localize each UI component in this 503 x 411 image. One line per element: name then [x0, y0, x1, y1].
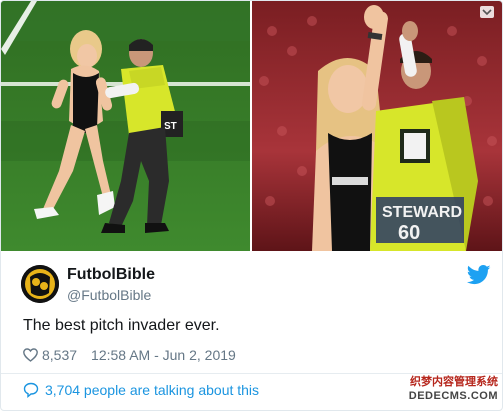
photo-steward-escort[interactable]: STEWARD 60 [252, 1, 502, 251]
photo-pitch-invader-running[interactable]: ST [1, 1, 250, 251]
divider [1, 373, 502, 374]
tweet-card[interactable]: ST STEWARD 60 FutbolBible @FutbolBible T… [0, 0, 503, 411]
vest-number-right: 60 [398, 222, 420, 244]
tweet-text: The best pitch invader ever. [23, 317, 220, 334]
tweet-timestamp[interactable]: 12:58 AM - Jun 2, 2019 [91, 347, 236, 363]
avatar[interactable] [21, 265, 59, 303]
conversation-count-text[interactable]: 3,704 people are talking about this [45, 382, 259, 398]
watermark-line1: 织梦内容管理系统 [410, 376, 498, 388]
vest-text-left: ST [164, 121, 177, 132]
watermark-line2: DEDECMS.COM [408, 390, 498, 402]
conversation-link[interactable]: 3,704 people are talking about this [23, 382, 259, 398]
tweet-meta: 8,537 12:58 AM - Jun 2, 2019 [23, 346, 236, 364]
tweet-author[interactable]: FutbolBible @FutbolBible [21, 263, 491, 309]
tweet-media[interactable]: ST STEWARD 60 [1, 1, 502, 251]
heart-icon[interactable] [23, 348, 38, 362]
twitter-bird-icon[interactable] [466, 265, 491, 285]
watermark: 织梦内容管理系统 DEDECMS.COM [386, 375, 498, 403]
speech-bubble-icon [23, 382, 39, 398]
like-count[interactable]: 8,537 [42, 347, 77, 363]
chevron-down-icon[interactable] [480, 5, 494, 18]
vest-text-right: STEWARD [382, 204, 462, 221]
author-name[interactable]: FutbolBible [67, 266, 155, 284]
author-handle[interactable]: @FutbolBible [67, 287, 151, 303]
